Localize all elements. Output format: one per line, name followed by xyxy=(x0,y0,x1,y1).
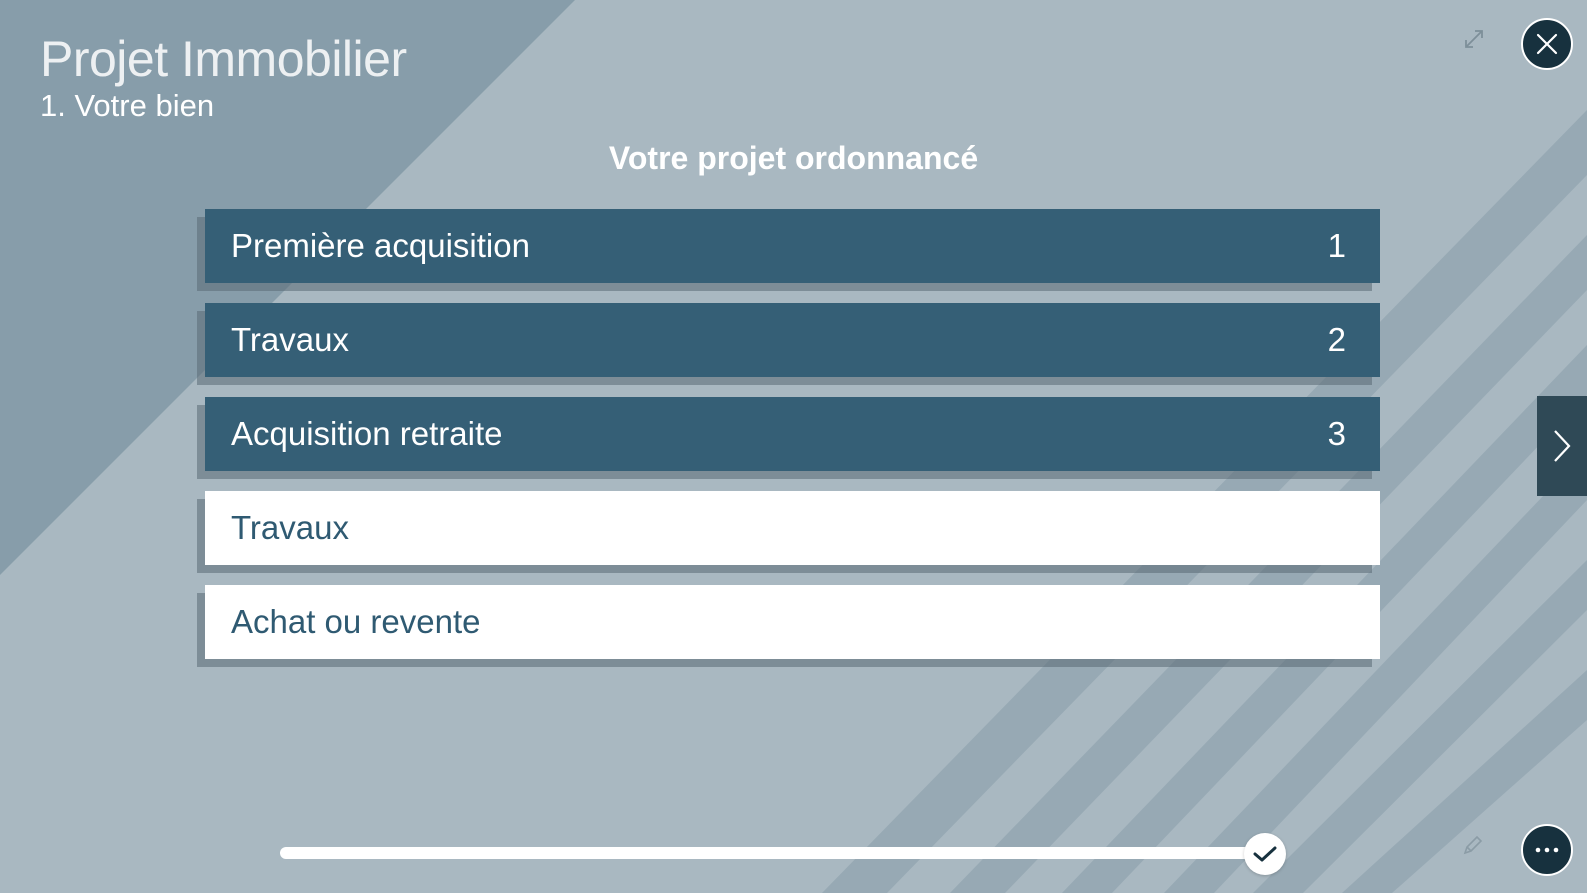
check-icon xyxy=(1253,846,1277,862)
list-item[interactable]: Travaux 2 xyxy=(205,303,1380,377)
expand-icon[interactable] xyxy=(1463,28,1485,55)
more-button[interactable] xyxy=(1521,824,1573,876)
close-icon xyxy=(1536,33,1558,55)
list-item[interactable]: Achat ou revente xyxy=(205,585,1380,659)
page-heading: Votre projet ordonnancé xyxy=(608,140,979,176)
list-item[interactable]: Acquisition retraite 3 xyxy=(205,397,1380,471)
list-item-label: Première acquisition xyxy=(231,227,530,264)
app-subtitle: 1. Votre bien xyxy=(40,88,215,123)
list-item-label: Acquisition retraite xyxy=(231,415,503,452)
list-item-rank: 1 xyxy=(1327,227,1346,264)
progress-thumb[interactable] xyxy=(1244,833,1286,875)
more-icon xyxy=(1535,847,1559,853)
list-item[interactable]: Première acquisition 1 xyxy=(205,209,1380,283)
list-item-label: Travaux xyxy=(231,509,349,546)
list-item[interactable]: Travaux xyxy=(205,491,1380,565)
chevron-right-icon xyxy=(1554,430,1571,462)
list-item-rank: 2 xyxy=(1327,321,1346,358)
next-button[interactable] xyxy=(1537,396,1587,496)
ordered-project-list: Première acquisition 1 Travaux 2 Acquisi… xyxy=(205,209,1380,679)
list-item-label: Achat ou revente xyxy=(231,603,481,640)
list-item-label: Travaux xyxy=(231,321,349,358)
close-button[interactable] xyxy=(1521,18,1573,70)
progress-track xyxy=(280,847,1280,859)
page-header: Projet Immobilier 1. Votre bien xyxy=(40,30,407,124)
list-item-rank: 3 xyxy=(1327,415,1346,452)
pencil-icon[interactable] xyxy=(1460,834,1484,863)
app-title: Projet Immobilier xyxy=(40,31,407,87)
